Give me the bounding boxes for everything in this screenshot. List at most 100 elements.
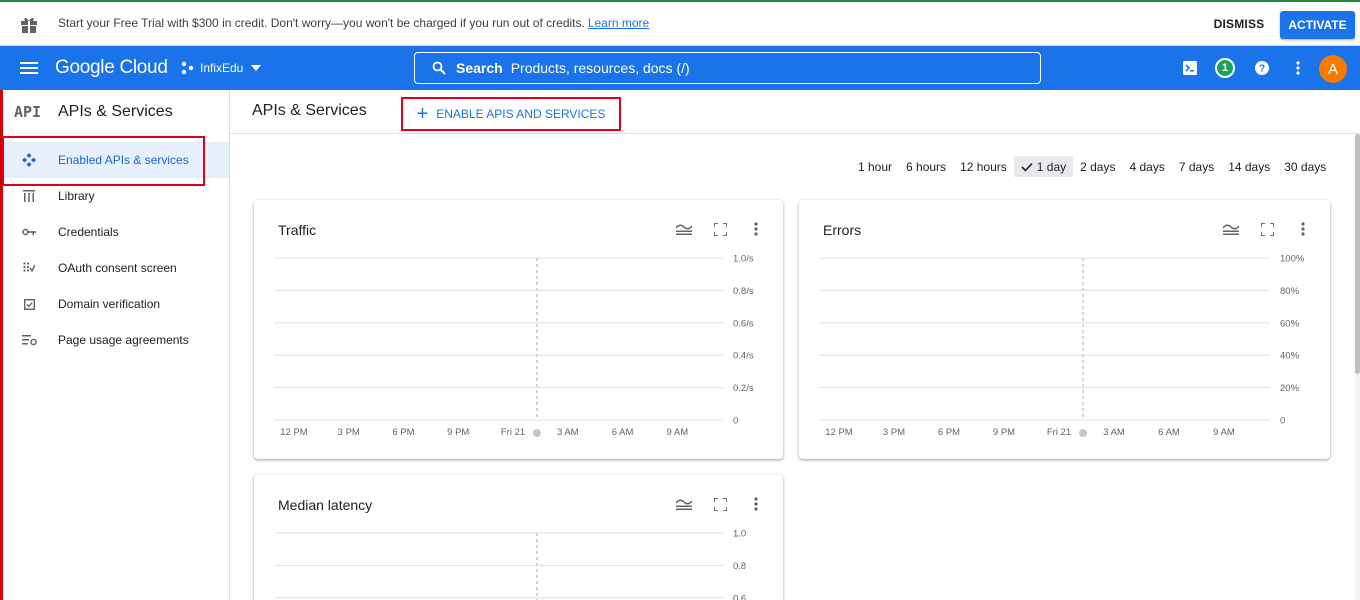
y-tick-label: 1.0 <box>733 529 746 540</box>
sidebar-item-label: Library <box>58 189 95 203</box>
time-range-30-days[interactable]: 30 days <box>1277 156 1333 177</box>
x-tick-label: 6 AM <box>1158 427 1180 438</box>
plus-icon: + <box>416 103 429 125</box>
y-tick-label: 1.0/s <box>733 254 754 265</box>
time-range-label: 7 days <box>1178 159 1215 174</box>
more-vert-icon[interactable] <box>1288 58 1308 78</box>
y-tick-label: 0.6 <box>733 593 746 600</box>
page-title: APIs & Services <box>252 102 367 119</box>
check-icon <box>1021 162 1033 172</box>
hamburger-menu-icon[interactable] <box>20 60 38 76</box>
x-tick-label: 12 PM <box>825 427 853 438</box>
x-tick-label: 3 AM <box>557 427 579 438</box>
project-selector[interactable]: InfixEdu <box>180 57 262 79</box>
x-tick-label: 3 AM <box>1103 427 1125 438</box>
learn-more-link[interactable]: Learn more <box>588 16 649 30</box>
chart-plot: 100% 80% 60% 40% 20% 0 12 PM 3 PM 6 PM 9 PM Fri 21… <box>819 254 1305 438</box>
sidebar-item-domain-verification[interactable]: Domain verification <box>0 286 229 322</box>
notification-badge[interactable]: 1 <box>1215 58 1235 78</box>
search-bar[interactable]: Search <box>414 52 1041 84</box>
activate-button[interactable]: ACTIVATE <box>1280 11 1355 39</box>
enable-apis-label: ENABLE APIS AND SERVICES <box>436 107 606 121</box>
sidebar-item-label: Credentials <box>58 225 119 239</box>
x-tick-label: 12 PM <box>280 427 308 438</box>
x-tick-label: 9 AM <box>1213 427 1235 438</box>
search-icon <box>432 61 446 75</box>
y-tick-label: 60% <box>1280 318 1300 329</box>
checkbox-icon <box>21 296 37 312</box>
enable-apis-button[interactable]: + ENABLE APIS AND SERVICES <box>401 97 621 131</box>
chart-plot: 1.0 0.8 0.6 <box>274 529 746 600</box>
dismiss-button[interactable]: DISMISS <box>1206 10 1272 38</box>
x-tick-label: 9 PM <box>447 427 469 438</box>
time-range-4-days[interactable]: 4 days <box>1122 156 1171 177</box>
median-latency-chart-card: Median latency 1.0 0.8 0.6 <box>254 475 783 600</box>
sidebar-item-credentials[interactable]: Credentials <box>0 214 229 250</box>
x-tick-label: 3 PM <box>883 427 905 438</box>
y-tick-label: 80% <box>1280 286 1300 297</box>
time-range-14-days[interactable]: 14 days <box>1221 156 1277 177</box>
chart-plot: 1.0/s 0.8/s 0.6/s 0.4/s 0.2/s 0 12 PM 3 PM 6 PM 9… <box>274 254 754 438</box>
y-tick-label: 100% <box>1280 254 1305 265</box>
time-range-label: 30 days <box>1284 159 1327 174</box>
x-tick-label: Fri 21 <box>1047 427 1071 438</box>
y-tick-label: 0.6/s <box>733 318 754 329</box>
project-name: InfixEdu <box>200 61 244 75</box>
sidebar-item-page-usage[interactable]: Page usage agreements <box>0 322 229 358</box>
current-time-dot <box>1079 429 1088 437</box>
gcp-console-page: Start your Free Trial with $300 in credi… <box>0 0 1360 600</box>
time-range-1-hour[interactable]: 1 hour <box>851 156 899 177</box>
y-tick-label: 20% <box>1280 383 1300 394</box>
errors-chart-card: Errors 100% 80% 60% 40% 20% 0 12 PM 3 PM 6 PM 9 PM… <box>799 200 1330 459</box>
current-time-dot <box>532 429 541 437</box>
top-app-bar: Google Cloud InfixEdu Search ? <box>0 46 1360 90</box>
time-range-6-hours[interactable]: 6 hours <box>899 156 953 177</box>
scrollbar-thumb[interactable] <box>1355 134 1360 374</box>
time-range-12-hours[interactable]: 12 hours <box>953 156 1014 177</box>
help-icon[interactable]: ? <box>1252 58 1272 78</box>
library-icon <box>21 188 37 204</box>
time-range-7-days[interactable]: 7 days <box>1172 156 1221 177</box>
time-range-1-day[interactable]: 1 day <box>1013 156 1074 177</box>
google-cloud-logo[interactable]: Google Cloud <box>55 57 168 79</box>
chevron-down-icon <box>251 65 262 71</box>
search-input[interactable] <box>510 60 991 76</box>
x-tick-label: Fri 21 <box>501 427 525 438</box>
gift-icon <box>21 17 37 34</box>
y-tick-label: 0.4/s <box>733 351 754 362</box>
header-divider <box>230 133 1360 134</box>
highlight-enabled-apis <box>2 136 205 186</box>
y-tick-label: 0.8 <box>733 561 746 572</box>
sidebar-item-label: Domain verification <box>58 297 161 311</box>
x-tick-label: 3 PM <box>338 427 360 438</box>
cloud-shell-icon[interactable] <box>1180 58 1200 78</box>
oauth-icon <box>21 260 37 276</box>
main-scrollbar[interactable] <box>1355 134 1360 600</box>
banner-message: Start your Free Trial with $300 in credi… <box>58 16 649 30</box>
time-range-label: 6 hours <box>906 159 947 174</box>
time-range-selector: 1 hour 6 hours 12 hours 1 day 2 days 4 days 7 … <box>851 156 1333 177</box>
time-range-label: 1 hour <box>858 159 893 174</box>
api-logo-icon: API <box>14 103 42 121</box>
project-dots-icon <box>181 61 194 75</box>
time-range-label: 4 days <box>1129 159 1165 174</box>
time-range-label: 12 hours <box>960 159 1007 174</box>
time-range-label: 14 days <box>1228 159 1271 174</box>
sidebar-item-oauth-consent[interactable]: OAuth consent screen <box>0 250 229 286</box>
settings-list-icon <box>21 332 37 348</box>
avatar[interactable]: A <box>1319 55 1347 83</box>
sidebar-item-label: OAuth consent screen <box>58 261 177 275</box>
time-range-label: 1 day <box>1036 159 1067 174</box>
sidebar-title: APIs & Services <box>58 103 173 120</box>
x-tick-label: 9 PM <box>993 427 1015 438</box>
time-range-label: 2 days <box>1080 159 1116 174</box>
y-tick-label: 40% <box>1280 351 1300 362</box>
x-tick-label: 9 AM <box>666 427 688 438</box>
sidebar-item-label: Page usage agreements <box>58 333 189 347</box>
x-tick-label: 6 PM <box>392 427 414 438</box>
free-trial-banner: Start your Free Trial with $300 in credi… <box>0 0 1360 46</box>
x-tick-label: 6 AM <box>612 427 634 438</box>
y-tick-label: 0 <box>1280 416 1285 427</box>
y-tick-label: 0 <box>733 416 738 427</box>
time-range-2-days[interactable]: 2 days <box>1073 156 1122 177</box>
